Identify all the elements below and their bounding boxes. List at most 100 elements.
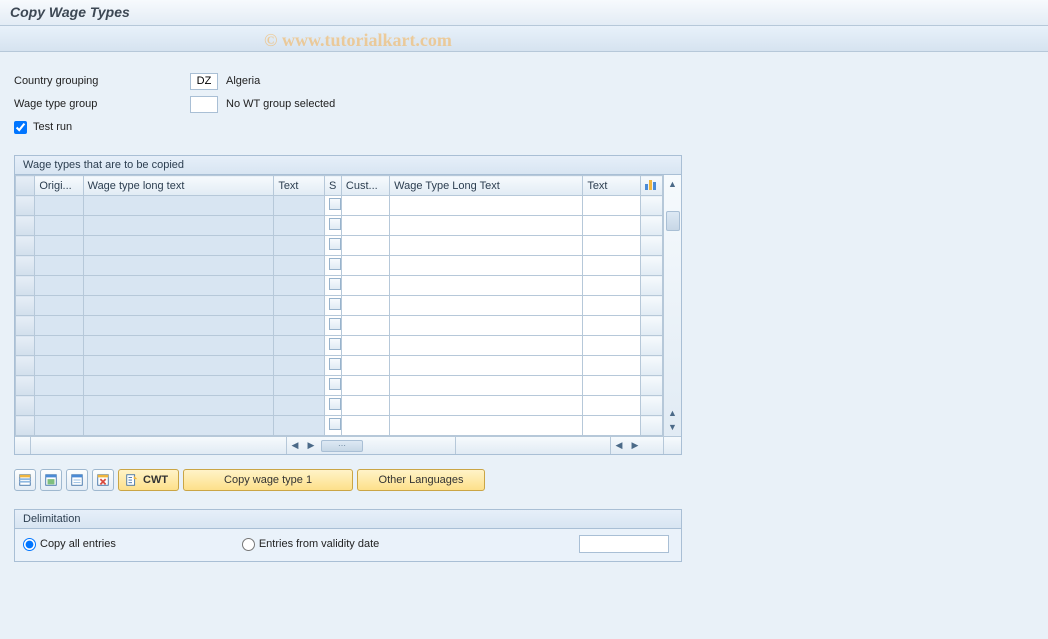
cell-s[interactable] [325,196,342,216]
cell-checkbox-icon[interactable] [329,218,341,230]
cell-cust[interactable] [341,256,389,276]
cell-long2[interactable] [390,316,583,336]
table-settings-icon[interactable] [645,178,657,190]
cell-s[interactable] [325,256,342,276]
cell-text1[interactable] [274,416,325,436]
cell-text1[interactable] [274,216,325,236]
cell-long1[interactable] [83,236,274,256]
cell-s[interactable] [325,216,342,236]
row-selector[interactable] [16,236,35,256]
row-selector[interactable] [16,396,35,416]
cell-text2[interactable] [583,196,641,216]
table-row[interactable] [16,356,663,376]
scroll-down-icon[interactable]: ▼ [666,420,680,434]
cell-origi[interactable] [35,276,83,296]
cell-s[interactable] [325,316,342,336]
cell-long1[interactable] [83,396,274,416]
scroll-right2-icon[interactable]: ▶ [627,438,643,454]
cell-long1[interactable] [83,316,274,336]
cell-origi[interactable] [35,316,83,336]
validity-date-input[interactable] [579,535,669,553]
cell-long2[interactable] [390,416,583,436]
cell-s[interactable] [325,396,342,416]
cell-long2[interactable] [390,276,583,296]
delete-row-button[interactable] [92,469,114,491]
cell-text2[interactable] [583,256,641,276]
row-selector[interactable] [16,356,35,376]
wage-type-group-input[interactable] [190,96,218,113]
wage-types-grid[interactable]: Origi... Wage type long text Text S Cust… [15,175,663,436]
cell-origi[interactable] [35,256,83,276]
row-selector[interactable] [16,376,35,396]
other-languages-button[interactable]: Other Languages [357,469,485,491]
cell-cust[interactable] [341,236,389,256]
cell-cust[interactable] [341,276,389,296]
row-selector[interactable] [16,316,35,336]
cell-origi[interactable] [35,396,83,416]
cell-text2[interactable] [583,336,641,356]
cell-checkbox-icon[interactable] [329,238,341,250]
cell-text1[interactable] [274,356,325,376]
cell-long2[interactable] [390,336,583,356]
cell-checkbox-icon[interactable] [329,278,341,290]
cell-origi[interactable] [35,416,83,436]
cell-origi[interactable] [35,336,83,356]
cell-long2[interactable] [390,236,583,256]
row-selector[interactable] [16,416,35,436]
cell-origi[interactable] [35,196,83,216]
test-run-checkbox[interactable] [14,121,27,134]
copy-all-entries-radio-wrap[interactable]: Copy all entries [23,538,116,551]
cell-cust[interactable] [341,336,389,356]
scroll-left-icon[interactable]: ◀ [287,438,303,454]
country-grouping-input[interactable] [190,73,218,90]
entries-from-date-radio[interactable] [242,538,255,551]
cell-text2[interactable] [583,316,641,336]
cell-origi[interactable] [35,236,83,256]
table-row[interactable] [16,416,663,436]
cell-long2[interactable] [390,296,583,316]
table-row[interactable] [16,396,663,416]
row-selector-header[interactable] [16,176,35,196]
cell-long1[interactable] [83,216,274,236]
cell-text1[interactable] [274,376,325,396]
col-header-text2[interactable]: Text [583,176,641,196]
cell-long2[interactable] [390,256,583,276]
deselect-all-button[interactable] [66,469,88,491]
scroll-left2-icon[interactable]: ◀ [611,438,627,454]
scroll-thumb-vertical[interactable] [666,211,680,231]
cell-long2[interactable] [390,196,583,216]
cell-checkbox-icon[interactable] [329,198,341,210]
row-selector[interactable] [16,216,35,236]
scroll-thumb-horizontal-left[interactable] [321,440,363,452]
scroll-up2-icon[interactable]: ▲ [666,406,680,420]
cell-origi[interactable] [35,356,83,376]
hscroll-left[interactable]: ◀ ▶ [287,437,455,454]
cell-text1[interactable] [274,336,325,356]
cell-s[interactable] [325,356,342,376]
table-row[interactable] [16,236,663,256]
cell-text2[interactable] [583,296,641,316]
cell-s[interactable] [325,236,342,256]
col-header-s[interactable]: S [325,176,342,196]
cell-long2[interactable] [390,356,583,376]
cell-origi[interactable] [35,216,83,236]
cell-long1[interactable] [83,276,274,296]
table-row[interactable] [16,336,663,356]
cell-text2[interactable] [583,216,641,236]
cell-long1[interactable] [83,336,274,356]
cell-long1[interactable] [83,376,274,396]
entries-from-date-radio-wrap[interactable]: Entries from validity date [242,538,379,551]
cell-text1[interactable] [274,256,325,276]
cell-text2[interactable] [583,236,641,256]
cell-s[interactable] [325,336,342,356]
table-row[interactable] [16,216,663,236]
table-row[interactable] [16,256,663,276]
cwt-button[interactable]: CWT [118,469,179,491]
cell-cust[interactable] [341,416,389,436]
hscroll-right[interactable]: ◀ ▶ [611,437,663,454]
cell-cust[interactable] [341,396,389,416]
cell-s[interactable] [325,296,342,316]
scroll-up-icon[interactable]: ▲ [666,177,680,191]
cell-text2[interactable] [583,376,641,396]
cell-text1[interactable] [274,236,325,256]
